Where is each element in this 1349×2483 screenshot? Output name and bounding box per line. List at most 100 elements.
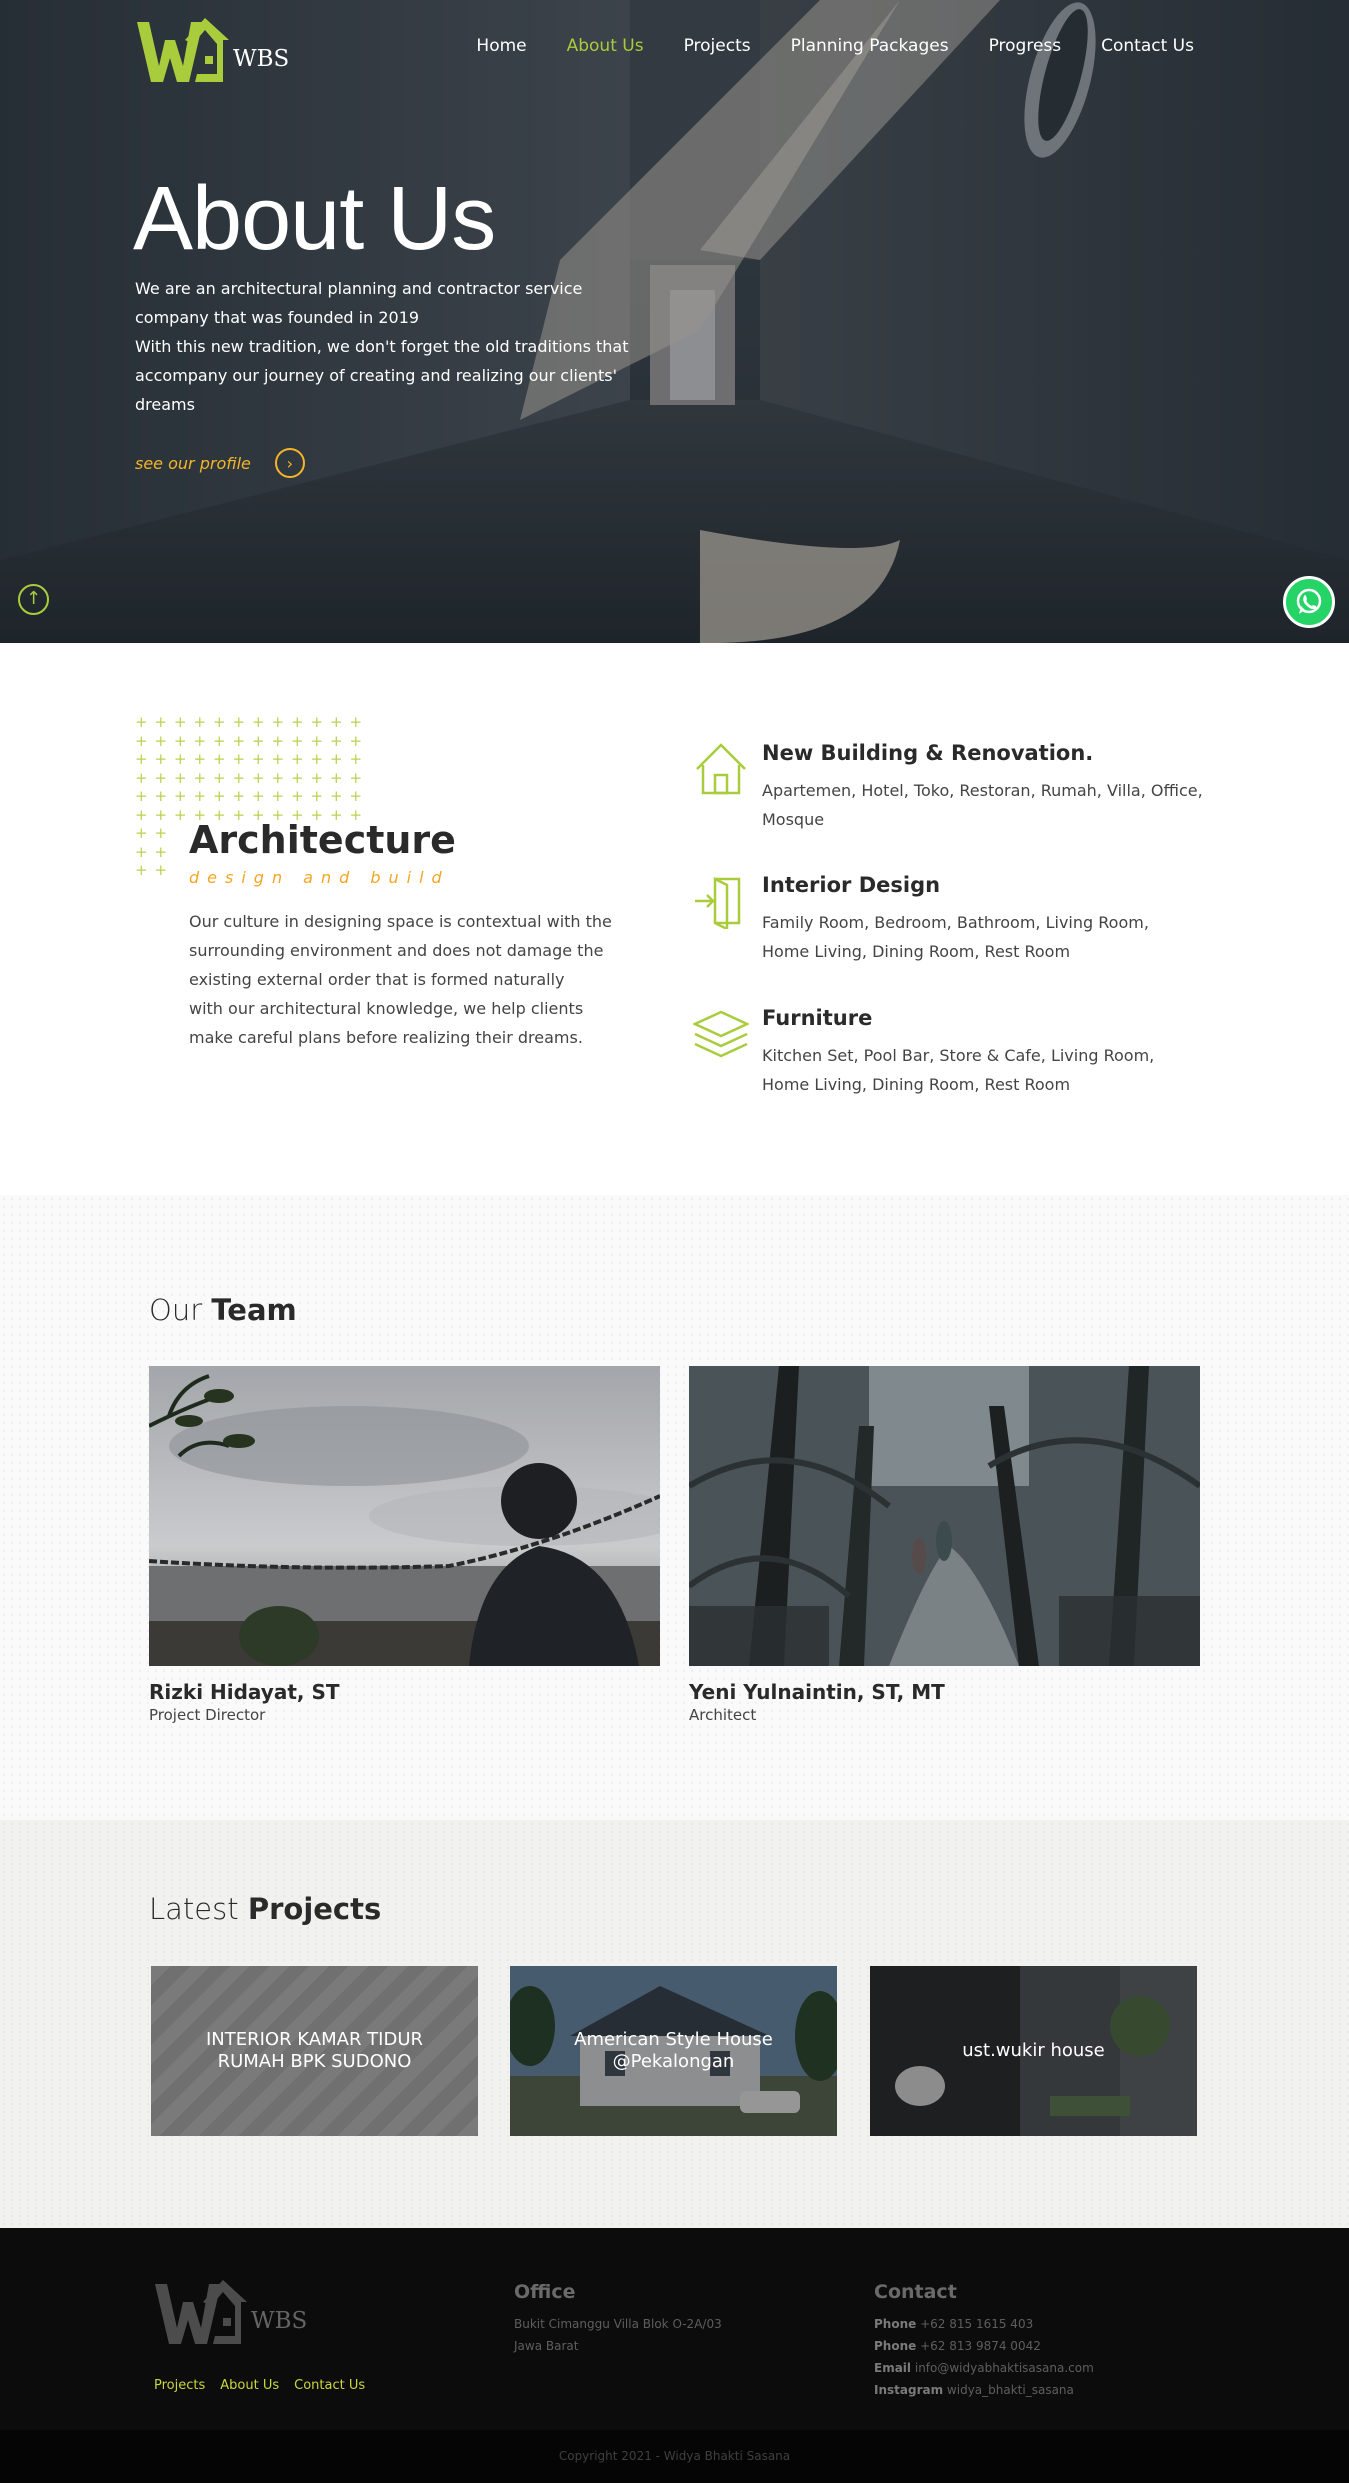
services-section: + + + + + + + + + + + + + + + + + + + + + + + + + + + + + + + + + + + + +… — [0, 643, 1349, 1195]
scroll-top-button[interactable]: ↑ — [18, 584, 49, 615]
architecture-line: with our architectural knowledge, we hel… — [189, 999, 584, 1018]
project-card[interactable]: American Style House @Pekalongan — [510, 1966, 837, 2136]
contact-value[interactable]: +62 815 1615 403 — [920, 2317, 1033, 2331]
hero-line: accompany our journey of creating and re… — [135, 366, 617, 385]
footer-links: Projects About Us Contact Us — [154, 2378, 365, 2393]
team-member-card: Rizki Hidayat, ST Project Director — [149, 1366, 660, 1724]
service-description: Apartemen, Hotel, Toko, Restoran, Rumah,… — [762, 776, 1232, 834]
service-line: Home Living, Dining Room, Rest Room — [762, 1075, 1071, 1094]
project-caption: INTERIOR KAMAR TIDUR RUMAH BPK SUDONO — [151, 1966, 478, 2136]
service-title: Interior Design — [762, 873, 941, 897]
footer-contact-row: Phone +62 813 9874 0042 — [874, 2335, 1094, 2357]
nav-projects[interactable]: Projects — [684, 36, 751, 56]
hero-description: We are an architectural planning and con… — [135, 274, 655, 419]
layers-icon — [693, 1010, 749, 1058]
logo-mark-icon — [137, 18, 229, 82]
service-title: New Building & Renovation. — [762, 741, 1094, 765]
service-line: Apartemen, Hotel, Toko, Restoran, Rumah,… — [762, 781, 1203, 800]
team-member-name: Yeni Yulnaintin, ST, MT — [689, 1680, 945, 1704]
contact-label: Email — [874, 2361, 912, 2375]
footer-contact-row: Instagram widya_bhakti_sasana — [874, 2379, 1094, 2401]
projects-title: Latest Projects — [149, 1892, 381, 1926]
project-caption: American Style House @Pekalongan — [510, 1966, 837, 2136]
projects-title-light: Latest — [149, 1892, 239, 1926]
team-member-photo — [149, 1366, 660, 1666]
team-title: Our Team — [149, 1293, 297, 1327]
team-member-photo — [689, 1366, 1200, 1666]
architecture-line: surrounding environment and does not dam… — [189, 941, 604, 960]
service-line: Mosque — [762, 810, 825, 829]
team-member-name: Rizki Hidayat, ST — [149, 1680, 340, 1704]
nav-planning-packages[interactable]: Planning Packages — [791, 36, 949, 56]
footer-link-about-us[interactable]: About Us — [220, 2378, 279, 2393]
projects-title-bold: Projects — [247, 1892, 382, 1926]
contact-label: Instagram — [874, 2383, 944, 2397]
nav-about-us[interactable]: About Us — [567, 36, 644, 56]
nav-progress[interactable]: Progress — [989, 36, 1062, 56]
service-item-furniture: Furniture Kitchen Set, Pool Bar, Store &… — [693, 1006, 1233, 1116]
hero-line: We are an architectural planning and con… — [135, 279, 583, 298]
hero-line: With this new tradition, we don't forget… — [135, 337, 629, 356]
service-description: Family Room, Bedroom, Bathroom, Living R… — [762, 908, 1232, 966]
architecture-line: make careful plans before realizing thei… — [189, 1028, 583, 1047]
footer-logo[interactable]: WBS — [153, 2272, 313, 2348]
project-caption-line: @Pekalongan — [612, 2051, 735, 2072]
footer-office-line: Jawa Barat — [514, 2339, 579, 2353]
footer: WBS Projects About Us Contact Us Office … — [0, 2228, 1349, 2430]
architecture-title: Architecture — [189, 818, 456, 862]
whatsapp-button[interactable] — [1283, 576, 1335, 628]
architecture-description: Our culture in designing space is contex… — [189, 907, 619, 1052]
architecture-subtitle: design and build — [189, 868, 450, 887]
project-caption: ust.wukir house — [870, 1966, 1197, 2136]
footer-contact-row: Phone +62 815 1615 403 — [874, 2313, 1094, 2335]
team-title-bold: Team — [211, 1293, 297, 1327]
project-card[interactable]: ust.wukir house — [870, 1966, 1197, 2136]
service-line: Kitchen Set, Pool Bar, Store & Cafe, Liv… — [762, 1046, 1155, 1065]
whatsapp-icon — [1296, 588, 1322, 614]
project-caption-line: RUMAH BPK SUDONO — [217, 2051, 412, 2072]
projects-section: Latest Projects INTERIOR KAMAR TIDUR RUM… — [0, 1820, 1349, 2228]
arrow-up-icon: ↑ — [25, 588, 42, 609]
team-member-role: Project Director — [149, 1706, 266, 1724]
footer-link-projects[interactable]: Projects — [154, 2378, 205, 2393]
hero-line: dreams — [135, 395, 195, 414]
footer-contact-title: Contact — [874, 2281, 957, 2303]
contact-value[interactable]: info@widyabhaktisasana.com — [915, 2361, 1094, 2375]
contact-label: Phone — [874, 2339, 917, 2353]
logo-mark-icon — [155, 2280, 247, 2344]
logo-text: WBS — [233, 46, 290, 72]
project-caption-line: ust.wukir house — [962, 2040, 1105, 2061]
project-caption-line: American Style House — [574, 2029, 773, 2050]
contact-value[interactable]: +62 813 9874 0042 — [920, 2339, 1041, 2353]
see-profile-link[interactable]: see our profile › — [135, 448, 305, 478]
service-item-interior: Interior Design Family Room, Bedroom, Ba… — [693, 873, 1233, 983]
nav-home[interactable]: Home — [476, 36, 526, 56]
team-title-light: Our — [149, 1293, 203, 1327]
architecture-line: existing external order that is formed n… — [189, 970, 565, 989]
project-caption-line: INTERIOR KAMAR TIDUR — [205, 2029, 424, 2050]
service-line: Home Living, Dining Room, Rest Room — [762, 942, 1071, 961]
nav-contact-us[interactable]: Contact Us — [1101, 36, 1194, 56]
footer-logo-text: WBS — [251, 2308, 308, 2334]
page-title: About Us — [133, 169, 496, 269]
see-profile-label: see our profile — [135, 453, 251, 473]
service-title: Furniture — [762, 1006, 873, 1030]
service-description: Kitchen Set, Pool Bar, Store & Cafe, Liv… — [762, 1041, 1232, 1099]
chevron-right-icon: › — [274, 448, 305, 478]
service-line: Family Room, Bedroom, Bathroom, Living R… — [762, 913, 1149, 932]
team-member-role: Architect — [689, 1706, 757, 1724]
contact-label: Phone — [874, 2317, 917, 2331]
hero-line: company that was founded in 2019 — [135, 308, 420, 327]
team-member-card: Yeni Yulnaintin, ST, MT Architect — [689, 1366, 1200, 1724]
hero-section: WBS Home About Us Projects Planning Pack… — [0, 0, 1349, 643]
team-section: Our Team Rizki Hidayat, ST Project Direc… — [0, 1195, 1349, 1820]
footer-link-contact-us[interactable]: Contact Us — [294, 2378, 365, 2393]
door-icon — [695, 876, 741, 929]
footer-office-line: Bukit Cimanggu Villa Blok O-2A/03 — [514, 2317, 722, 2331]
footer-contact: Contact Phone +62 815 1615 403 Phone +62… — [874, 2281, 1094, 2401]
copyright: Copyright 2021 - Widya Bhakti Sasana — [0, 2430, 1349, 2483]
architecture-line: Our culture in designing space is contex… — [189, 912, 612, 931]
project-card[interactable]: INTERIOR KAMAR TIDUR RUMAH BPK SUDONO — [151, 1966, 478, 2136]
logo[interactable]: WBS — [135, 10, 295, 86]
contact-value[interactable]: widya_bhakti_sasana — [947, 2383, 1074, 2397]
